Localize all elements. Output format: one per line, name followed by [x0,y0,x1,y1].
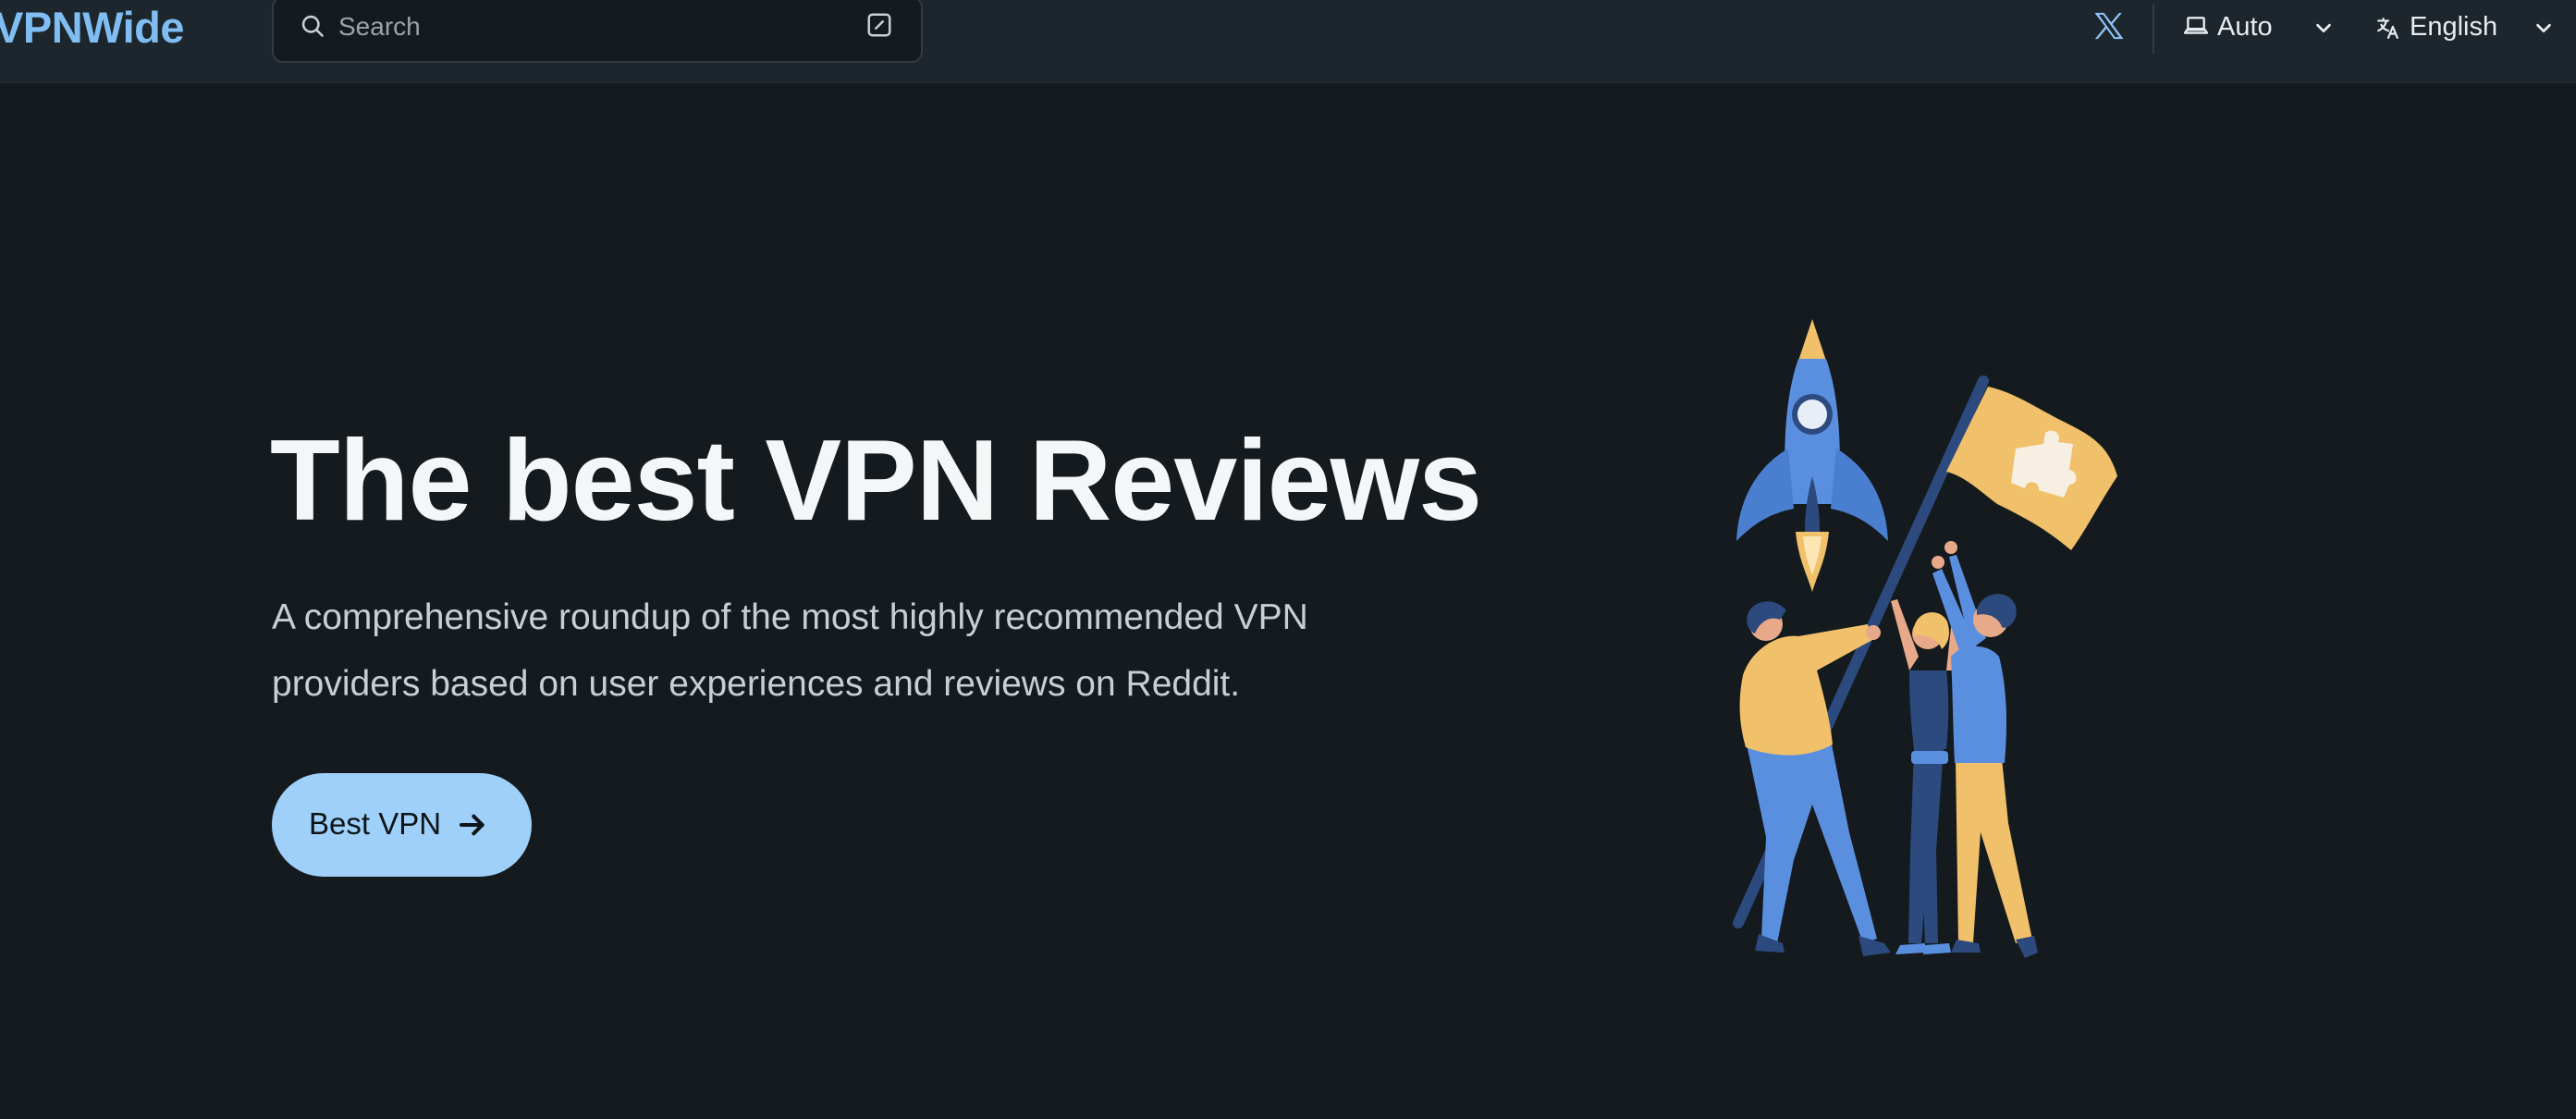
x-twitter-link[interactable] [2093,11,2128,43]
person-right [1932,541,2038,958]
translate-icon [2377,18,2398,39]
theme-label: Auto [2217,12,2273,42]
laptop-icon [2184,17,2208,34]
arrow-right-icon [460,814,485,836]
team-flag-rocket-illustration [1733,319,2117,958]
chevron-down-icon [2536,23,2551,33]
hero-subtitle: A comprehensive roundup of the most high… [272,597,1308,704]
search-placeholder: Search [338,12,421,41]
x-twitter-icon [2094,12,2124,40]
hero-title: The best VPN Reviews [270,417,1482,545]
search-input[interactable]: Search [272,0,923,63]
rocket-icon [1736,319,1888,592]
person-left [1739,601,1891,956]
header-divider [2153,4,2154,54]
site-logo[interactable]: VPNWide [0,2,185,53]
language-selector[interactable]: English [2376,6,2558,50]
search-icon [301,15,324,37]
slash-shortcut-icon [867,13,891,37]
theme-selector[interactable]: Auto [2184,6,2339,50]
best-vpn-button-label: Best VPN [309,806,442,841]
best-vpn-button[interactable]: Best VPN [272,773,532,877]
language-label: English [2410,12,2498,42]
chevron-down-icon [2316,23,2331,33]
top-navigation-bar: VPNWide Search Auto English [0,0,2576,83]
person-middle [1891,599,1960,954]
